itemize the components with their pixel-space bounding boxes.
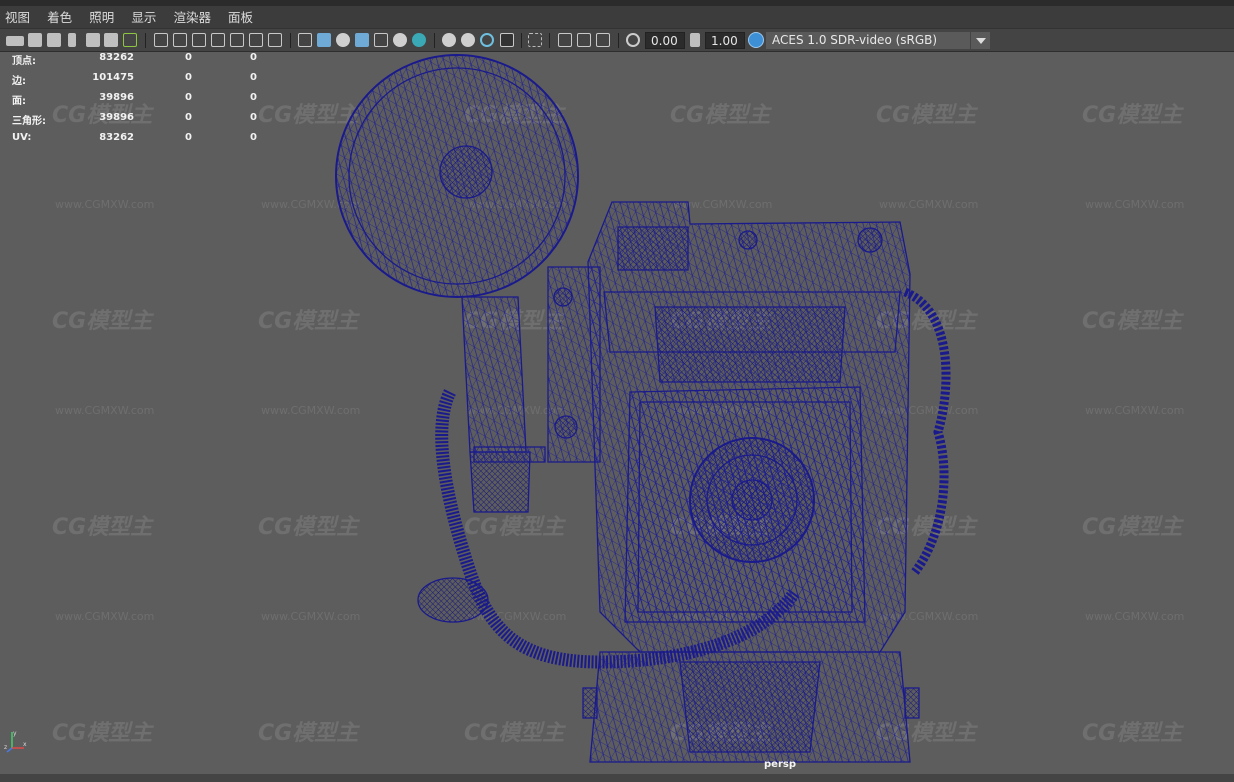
hud-value: 0 [250,92,257,103]
xray-joints-icon[interactable] [596,33,610,47]
anti-aliasing-icon[interactable] [480,33,494,47]
hud-label: 三角形: [12,116,46,127]
select-camera-icon[interactable] [6,36,24,46]
xray-icon[interactable] [558,33,572,47]
hud-label: 顶点: [12,56,36,67]
hud-value: 0 [185,92,192,103]
hud-value: 0 [185,52,192,63]
toolbar-separator [618,33,619,48]
safe-action-icon[interactable] [249,33,263,47]
image-plane-icon[interactable] [86,33,100,47]
use-default-material-icon[interactable] [336,33,350,47]
motion-blur-icon[interactable] [461,33,475,47]
view-transform-select[interactable]: ACES 1.0 SDR-video (sRGB) [766,32,970,49]
menu-lighting[interactable]: 照明 [84,6,121,26]
menu-shading[interactable]: 着色 [42,6,79,26]
depth-of-field-icon[interactable] [500,33,514,47]
axis-z-label: z [4,744,7,751]
bookmarks-icon[interactable] [47,33,61,47]
hud-value: 0 [250,132,257,143]
panel-toolbar: 0.00 1.00 ACES 1.0 SDR-video (sRGB) [0,28,1234,52]
hud-row-uvs: UV: 83262 0 0 [12,132,272,152]
toolbar-separator [145,33,146,48]
camera-attributes-icon[interactable] [28,33,42,47]
3d-viewport[interactable]: CG模型主 CG模型主 CG模型主 CG模型主 CG模型主 CG模型主 www.… [0,52,1234,774]
axis-x-label: x [23,741,27,748]
menu-panels[interactable]: 面板 [223,6,260,26]
toolbar-separator [434,33,435,48]
isolate-select-icon[interactable] [528,33,542,47]
hud-value: 39896 [99,112,134,123]
resolution-gate-icon[interactable] [192,33,206,47]
shadows-icon[interactable] [412,33,426,47]
menu-show[interactable]: 显示 [126,6,163,26]
gamma-icon[interactable] [690,33,700,47]
hud-value: 0 [185,72,192,83]
hud-row-vertices: 顶点: 83262 0 0 [12,52,272,72]
gamma-field[interactable]: 1.00 [705,32,745,49]
smooth-shade-icon[interactable] [317,33,331,47]
panel-bottom-edge [0,774,1234,782]
safe-title-icon[interactable] [268,33,282,47]
panel-menu-bar: 视图 着色 照明 显示 渲染器 面板 [0,0,1234,28]
camera-name-label: persp [764,759,796,770]
textured-icon[interactable] [374,33,388,47]
xray-active-components-icon[interactable] [577,33,591,47]
hud-value: 0 [185,112,192,123]
film-gate-icon[interactable] [173,33,187,47]
hud-label: 边: [12,76,26,87]
hud-row-triangles: 三角形: 39896 0 0 [12,112,272,132]
exposure-field[interactable]: 0.00 [645,32,685,49]
exposure-icon[interactable] [626,33,640,47]
toolbar-separator [549,33,550,48]
axis-y-label: y [13,730,17,737]
gate-mask-icon[interactable] [211,33,225,47]
grease-pencil-icon[interactable] [123,33,137,47]
hud-value: 83262 [99,52,134,63]
hud-label: UV: [12,132,32,143]
hud-value: 39896 [99,92,134,103]
hud-value: 83262 [99,132,134,143]
hud-label: 面: [12,96,26,107]
hud-row-faces: 面: 39896 0 0 [12,92,272,112]
toolbar-separator [290,33,291,48]
hud-value: 0 [250,112,257,123]
hud-value: 0 [185,132,192,143]
camera-wireframe-model[interactable] [0,52,1234,774]
hud-value: 101475 [92,72,134,83]
menu-view[interactable]: 视图 [0,6,37,26]
grid-icon[interactable] [154,33,168,47]
toolbar-separator [521,33,522,48]
chevron-down-icon[interactable] [970,32,990,49]
poly-count-hud: 顶点: 83262 0 0 边: 101475 0 0 面: 39896 0 0… [12,52,272,152]
wireframe-icon[interactable] [298,33,312,47]
hud-value: 0 [250,72,257,83]
bookmark-icon[interactable] [68,33,76,47]
field-chart-icon[interactable] [230,33,244,47]
hud-row-edges: 边: 101475 0 0 [12,72,272,92]
color-management-icon[interactable] [748,32,764,48]
hud-value: 0 [250,52,257,63]
2d-pan-zoom-icon[interactable] [104,33,118,47]
menu-renderer[interactable]: 渲染器 [168,6,218,26]
maya-viewport-panel: 视图 着色 照明 显示 渲染器 面板 0.00 1.00 ACES 1.0 SD… [0,0,1234,782]
screen-space-ao-icon[interactable] [442,33,456,47]
wireframe-on-shaded-icon[interactable] [355,33,369,47]
use-all-lights-icon[interactable] [393,33,407,47]
view-axis-indicator: y x z [4,730,27,753]
